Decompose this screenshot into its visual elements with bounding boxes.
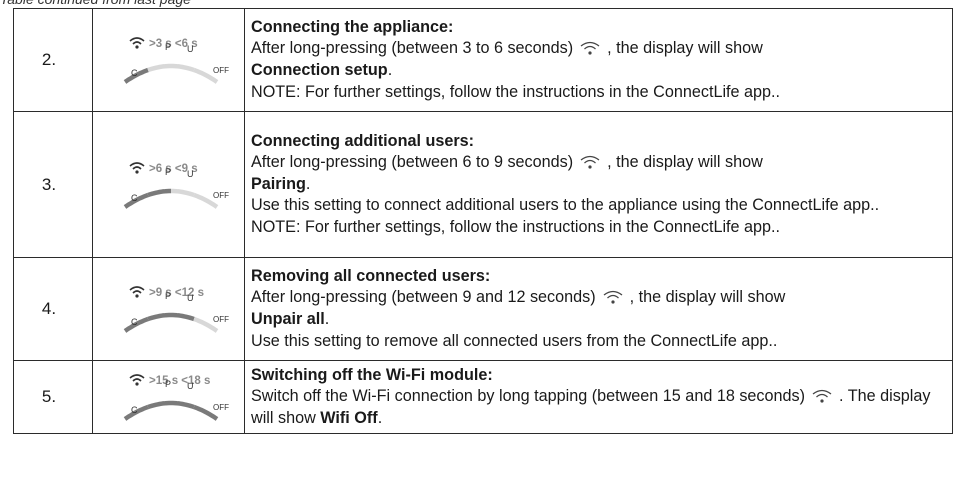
display-message: Connection setup <box>251 61 388 79</box>
instructions-table: 2. >3 s <6 s C P U OFF Connecting the applia… <box>13 8 953 434</box>
paragraph-text: , the display will show <box>607 39 763 58</box>
table-row: 5. >15 s <18 s C P U OFF Switching off the W… <box>13 360 953 434</box>
step-paragraph: Unpair all. <box>251 309 952 331</box>
wifi-dot <box>135 45 139 49</box>
table-row: 2. >3 s <6 s C P U OFF Connecting the applia… <box>13 8 953 112</box>
dial-label: C <box>131 405 138 415</box>
dial-segment <box>171 63 195 73</box>
paragraph-text: After long-pressing (between 6 to 9 seco… <box>251 153 574 172</box>
step-paragraph: Pairing. <box>251 174 952 196</box>
wifi-arc <box>129 286 145 291</box>
dial-label: OFF <box>213 403 229 412</box>
wifi-dial-icon: >3 s <6 sCP UOFF <box>123 37 229 84</box>
display-message: Pairing <box>251 174 306 193</box>
step-paragraph: After long-pressing (between 9 and 12 se… <box>251 287 952 309</box>
wifi-icon <box>602 289 624 305</box>
step-paragraph: Switch off the Wi-Fi connection by long … <box>251 386 952 429</box>
wifi-dot <box>135 169 139 174</box>
wifi-dot <box>135 294 139 298</box>
dial-label: P <box>165 167 171 177</box>
wifi-icon <box>579 154 601 169</box>
paragraph-text: , the display will show <box>607 153 763 172</box>
paragraph-text: Switch off the Wi-Fi connection by long … <box>251 387 806 406</box>
dial-label: C <box>131 317 138 327</box>
dial-label: U <box>187 293 194 303</box>
dial-label: OFF <box>213 191 229 200</box>
step-number-cell: 4. <box>13 257 93 361</box>
description-cell: Connecting additional users: After long-… <box>244 111 953 258</box>
paragraph-text: After long-pressing (between 3 to 6 seco… <box>251 39 574 58</box>
dial-cell: >15 s <18 s C P U OFF <box>92 360 245 434</box>
dial-segment <box>171 312 195 322</box>
step-number: 5. <box>41 387 57 406</box>
dial-label: OFF <box>213 315 229 324</box>
wifi-dot <box>135 382 139 386</box>
step-number-cell: 3. <box>13 111 93 258</box>
dial-label: P <box>165 42 171 52</box>
timing-range: >9 s <12 s <box>149 287 204 299</box>
dial-label: OFF <box>213 66 229 75</box>
paragraph-text: . <box>387 61 393 79</box>
table-row: 3. >6 s <9 s C P U OFF Connecting additional… <box>13 111 953 258</box>
dial-segment <box>147 312 171 322</box>
step-title: Removing all connected users: <box>251 266 491 285</box>
wifi-icon <box>811 388 833 403</box>
step-number-cell: 2. <box>13 8 93 112</box>
wifi-dial-icon: >6 s <9 sCP UOFF <box>123 161 229 209</box>
dial-label: U <box>187 381 194 391</box>
dial-segment <box>147 400 171 410</box>
table-row: 4. >9 s <12 s C P U OFF Removing all connect… <box>13 257 953 361</box>
paragraph-text: . <box>305 174 311 193</box>
wifi-arc <box>132 378 142 382</box>
wifi-arc <box>129 37 145 42</box>
paragraph-text: . <box>377 408 383 427</box>
wifi-arc <box>132 165 142 170</box>
dial-cell: >3 s <6 s C P U OFF <box>92 8 245 112</box>
dial-cell: >9 s <12 s C P U OFF <box>92 257 245 361</box>
step-title: Switching off the Wi-Fi module: <box>251 365 493 384</box>
dial-label: P <box>165 379 171 389</box>
step-number: 2. <box>41 50 57 69</box>
wifi-arc <box>129 374 145 379</box>
wifi-arc <box>129 161 145 167</box>
wifi-arc <box>132 41 142 45</box>
step-number: 3. <box>41 174 57 194</box>
dial-label: C <box>131 193 138 203</box>
paragraph-text: . <box>324 310 330 328</box>
step-paragraph: After long-pressing (between 3 to 6 seco… <box>251 38 952 60</box>
description-cell: Removing all connected users: After long… <box>244 257 953 361</box>
display-message: Unpair all <box>251 310 325 328</box>
wifi-icon <box>579 40 601 56</box>
wifi-arc <box>132 290 142 294</box>
wifi-dial-icon: >15 s <18 s C P U OFF <box>123 374 229 421</box>
step-note: NOTE: For further settings, follow the i… <box>251 82 781 101</box>
dial-segment <box>147 63 171 73</box>
description-cell: Switching off the Wi-Fi module: Switch o… <box>244 360 953 434</box>
wifi-dial-icon: >9 s <12 s C P U OFF <box>123 286 229 333</box>
step-paragraph: Connection setup. <box>251 60 952 82</box>
step-note: NOTE: For further settings, follow the i… <box>251 217 781 236</box>
dial-segment <box>147 188 171 197</box>
dial-cell: >6 s <9 s C P U OFF <box>92 111 245 258</box>
dial-label: P <box>165 291 171 301</box>
dial-label: U <box>187 169 194 179</box>
step-number: 4. <box>41 299 57 318</box>
dial-label: U <box>187 44 194 54</box>
dial-segment <box>171 188 195 197</box>
description-cell: Connecting the appliance: After long-pre… <box>244 8 953 112</box>
step-paragraph: Use this setting to remove all connected… <box>251 331 778 350</box>
dial-segment <box>171 400 195 410</box>
step-title: Connecting the appliance: <box>251 17 454 36</box>
display-message: Wifi Off <box>320 408 378 427</box>
paragraph-text: After long-pressing (between 9 and 12 se… <box>251 288 596 307</box>
step-paragraph: After long-pressing (between 6 to 9 seco… <box>251 152 952 174</box>
dial-label: C <box>131 68 138 78</box>
paragraph-text: , the display will show <box>629 288 786 307</box>
step-title: Connecting additional users: <box>251 131 475 150</box>
step-number-cell: 5. <box>13 360 93 434</box>
step-paragraph: Use this setting to connect additional u… <box>251 196 880 215</box>
timing-range: >15 s <18 s <box>149 375 210 387</box>
